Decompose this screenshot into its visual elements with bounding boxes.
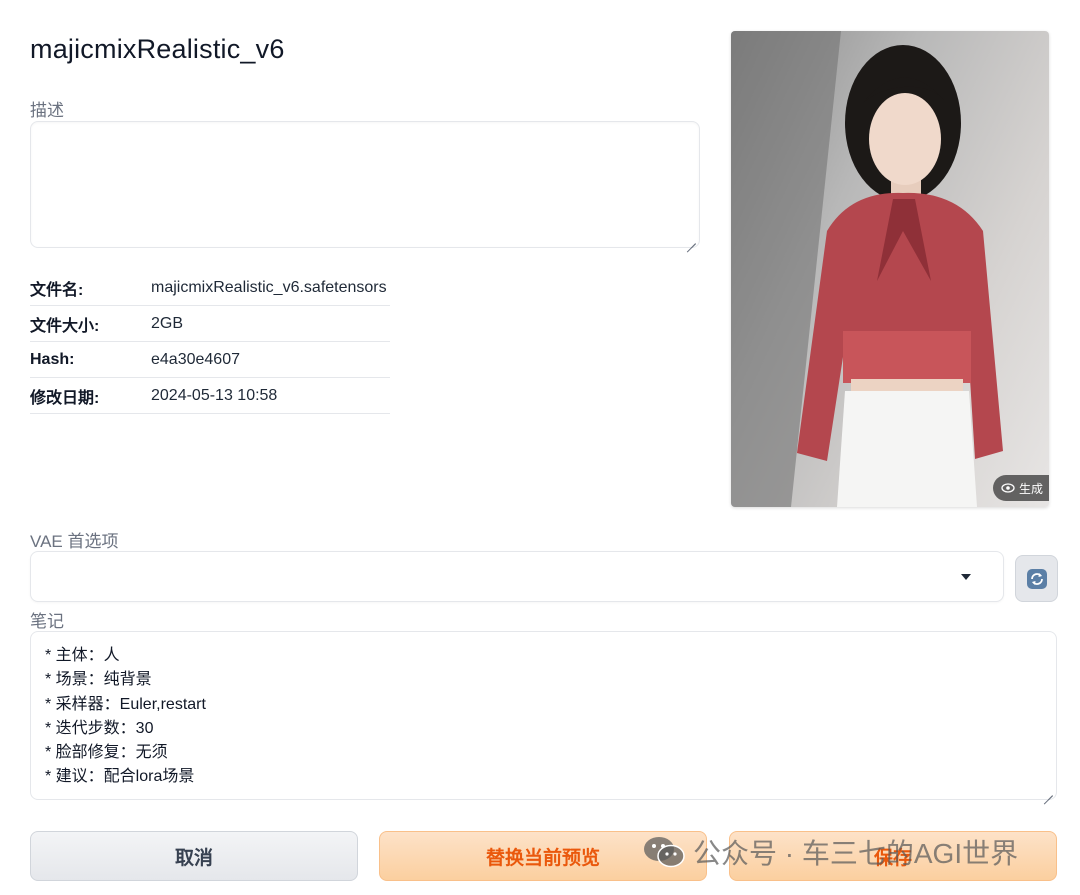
cancel-button[interactable]: 取消 <box>30 831 358 881</box>
resize-handle-icon[interactable] <box>1043 786 1053 796</box>
info-value: e4a30e4607 <box>151 341 390 378</box>
chevron-down-icon[interactable] <box>961 574 971 580</box>
notes-line: * 脸部修复：无须 <box>45 744 168 762</box>
notes-line: * 场景：纯背景 <box>45 671 152 689</box>
file-info-table: 文件名: majicmixRealistic_v6.safetensors 文件… <box>30 270 390 414</box>
notes-line: * 主体：人 <box>45 647 120 664</box>
watermark-text: 公众号 · 车三七的AGI世界 <box>693 838 1019 869</box>
refresh-icon <box>1026 568 1047 589</box>
preview-photo-illustration <box>731 31 1003 507</box>
preview-image[interactable]: 生成 <box>731 31 1049 507</box>
vae-select[interactable] <box>30 551 1004 602</box>
info-row: Hash: e4a30e4607 <box>30 341 390 378</box>
notes-line: * 采样器：Euler,restart <box>45 695 206 713</box>
vae-label: VAE 首选项 <box>30 532 119 551</box>
info-key: Hash: <box>30 341 151 378</box>
notes-line: * 建议：配合lora场景 <box>45 768 195 786</box>
info-value: 2024-05-13 10:58 <box>151 377 390 414</box>
model-title: majicmixRealistic_v6 <box>30 34 285 64</box>
info-key: 文件大小: <box>30 305 151 342</box>
info-key: 修改日期: <box>30 377 151 414</box>
preview-badge[interactable]: 生成 <box>992 475 1049 501</box>
info-row: 文件大小: 2GB <box>30 305 390 342</box>
notes-label: 笔记 <box>30 612 64 631</box>
description-label: 描述 <box>30 101 64 120</box>
notes-textarea[interactable]: * 主体：人 * 场景：纯背景 * 采样器：Euler,restart * 迭代… <box>30 631 1057 800</box>
info-value: majicmixRealistic_v6.safetensors <box>151 270 390 306</box>
watermark: 公众号 · 车三七的AGI世界 <box>643 832 1018 872</box>
info-row: 修改日期: 2024-05-13 10:58 <box>30 377 390 414</box>
info-value: 2GB <box>151 305 390 342</box>
preview-badge-text: 生成 <box>1018 481 1043 496</box>
notes-line: * 迭代步数：30 <box>45 719 154 737</box>
resize-handle-icon[interactable] <box>686 234 696 244</box>
eye-icon <box>1001 483 1015 493</box>
description-textarea[interactable] <box>30 121 700 248</box>
wechat-icon <box>644 837 685 868</box>
refresh-button[interactable] <box>1015 555 1058 602</box>
info-row: 文件名: majicmixRealistic_v6.safetensors <box>30 270 390 306</box>
info-key: 文件名: <box>30 270 151 306</box>
